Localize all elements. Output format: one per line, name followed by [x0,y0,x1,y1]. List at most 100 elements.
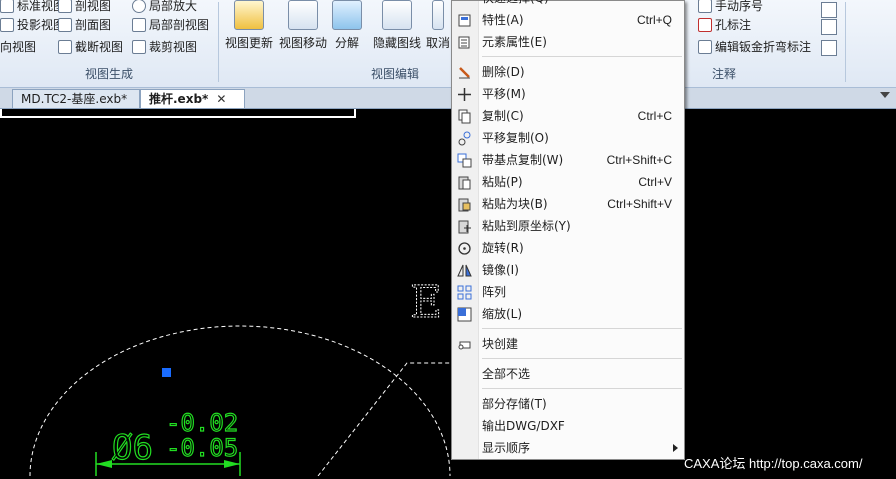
ribbon-break-view[interactable]: 截断视图 [58,37,123,57]
section-view-label: 剖视图 [75,0,112,13]
menu-item-paste[interactable]: 粘贴(P) Ctrl+V [452,171,684,193]
hole-annotation-label: 孔标注 [715,18,752,32]
tab-md-tc2-base[interactable]: MD.TC2-基座.exb* [12,89,140,108]
menu-item-array[interactable]: 阵列 [452,281,684,303]
context-menu: 快速选择(Q) 特性(A)Ctrl+Q 元素属性(E) 删除(D) 平移(M) … [451,0,685,460]
view-letter: E [410,277,442,328]
hide-lines-icon [382,0,412,30]
ribbon-section-drawing[interactable]: 剖面图 [58,15,111,35]
menu-item-element-attributes[interactable]: 元素属性(E) [452,31,684,53]
menu-item-label: 元素属性(E) [482,35,547,49]
tab-push-rod[interactable]: 推杆.exb* ✕ [140,89,245,108]
menu-item-paste-original-coords[interactable]: 粘贴到原坐标(Y) [452,215,684,237]
ribbon-manual-balloon[interactable]: 手动序号 [698,0,763,16]
menu-item-label: 平移复制(O) [482,131,549,145]
tolerance-lower-text: -0.05 [166,434,238,462]
ribbon-partial-enlarge[interactable]: 局部放大 [132,0,197,16]
menu-item-copy-with-base[interactable]: 带基点复制(W) Ctrl+Shift+C [452,149,684,171]
ribbon-section-view[interactable]: 剖视图 [58,0,111,16]
direction-view-label: 向视图 [0,40,37,54]
menu-item-delete[interactable]: 删除(D) [452,61,684,83]
ribbon-standard-view[interactable]: 标准视图 [0,0,65,16]
cancel-button[interactable]: 取消 [423,0,453,62]
menu-item-shortcut: Ctrl+C [637,109,672,123]
menu-item-mirror[interactable]: 镜像(I) [452,259,684,281]
menu-separator [482,358,682,359]
view-update-label: 视图更新 [224,36,273,50]
menu-item-shortcut: Ctrl+Shift+C [606,153,672,167]
section-drawing-icon [58,18,72,32]
menu-item-move[interactable]: 平移(M) [452,83,684,105]
drawing-canvas[interactable]: E Ø6 -0.02 -0.05 [0,109,896,477]
hide-lines-label: 隐藏图线 [372,36,421,50]
hide-lines-button[interactable]: 隐藏图线 [369,0,425,62]
paste-original-coords-icon [458,220,471,234]
paste-icon [458,176,471,190]
copy-icon [458,109,471,124]
menu-item-paste-as-block[interactable]: 粘贴为块(B) Ctrl+Shift+V [452,193,684,215]
annotate-extra-icon-2[interactable] [821,19,837,35]
tab-label: MD.TC2-基座.exb* [21,92,128,106]
tab-label: 推杆.exb* [149,92,209,106]
document-tabs: MD.TC2-基座.exb* 推杆.exb* ✕ [0,88,896,109]
partial-enlarge-label: 局部放大 [149,0,198,13]
menu-item-export-dwg-dxf[interactable]: 输出DWG/DXF [452,415,684,437]
menu-separator [482,388,682,389]
crop-view-label: 裁剪视图 [149,40,198,54]
panel-annotate: 手动序号 孔标注 编辑钣金折弯标注 注释 [686,0,896,87]
menu-item-quick-select[interactable]: 快速选择(Q) [452,0,684,9]
tab-dropdown-icon[interactable] [880,92,890,98]
view-move-icon [288,0,318,30]
menu-item-deselect-all[interactable]: 全部不选 [452,363,684,385]
menu-item-properties[interactable]: 特性(A) Ctrl+Q [452,9,684,31]
paste-as-block-icon [458,198,471,212]
menu-item-label: 缩放(L) [482,307,523,321]
dashed-leader [317,362,451,477]
dimension-arrow-left [96,460,112,468]
standard-view-icon [0,0,14,13]
menu-item-copy[interactable]: 复制(C) Ctrl+C [452,105,684,127]
menu-item-display-order[interactable]: 显示顺序 [452,437,684,459]
ribbon-crop-view[interactable]: 裁剪视图 [132,37,197,57]
grip-point[interactable] [162,368,171,377]
menu-item-label: 复制(C) [482,109,524,123]
menu-item-label: 阵列 [482,285,507,299]
forum-watermark: CAXA论坛 http://top.caxa.com/ [684,456,863,471]
menu-item-label: 粘贴为块(B) [482,197,548,211]
explode-button[interactable]: 分解 [322,0,372,62]
ribbon-separator-right [845,2,846,82]
ribbon-partial-section-view[interactable]: 局部剖视图 [132,15,209,35]
annotate-extra-icon-1[interactable] [821,2,837,18]
menu-item-block-create[interactable]: 块创建 [452,333,684,355]
annotate-extra-icon-3[interactable] [821,40,837,56]
manual-balloon-icon [698,0,712,13]
close-icon[interactable]: ✕ [216,92,226,106]
menu-item-label: 输出DWG/DXF [482,419,565,433]
drawing-svg: E Ø6 -0.02 -0.05 [29,277,451,477]
sheetmetal-bend-label: 编辑钣金折弯标注 [715,40,812,54]
properties-icon [458,14,471,27]
menu-item-label: 粘贴到原坐标(Y) [482,219,571,233]
menu-item-partial-save[interactable]: 部分存储(T) [452,393,684,415]
menu-item-label: 块创建 [482,337,519,351]
view-update-button[interactable]: 视图更新 [221,0,277,62]
ribbon: 标准视图 剖视图 局部放大 投影视图 剖面图 局部剖视图 向视图 截断视图 裁剪… [0,0,896,88]
ribbon-direction-view[interactable]: 向视图 [0,37,36,57]
menu-item-rotate[interactable]: 旋转(R) [452,237,684,259]
ribbon-hole-annotation[interactable]: 孔标注 [698,15,751,35]
menu-item-label: 部分存储(T) [482,397,547,411]
hole-annotation-icon [698,18,712,32]
break-view-label: 截断视图 [75,40,124,54]
menu-item-label: 特性(A) [482,13,524,27]
panel-view-generation: 标准视图 剖视图 局部放大 投影视图 剖面图 局部剖视图 向视图 截断视图 裁剪… [0,0,218,87]
menu-item-label: 显示顺序 [482,441,531,455]
menu-item-label: 快速选择(Q) [482,0,549,9]
drawing-frame-edge [0,109,356,118]
dimension-diameter-text: Ø6 [112,428,153,468]
eraser-icon [459,67,470,79]
menu-item-scale[interactable]: 缩放(L) [452,303,684,325]
menu-item-move-copy[interactable]: 平移复制(O) [452,127,684,149]
menu-item-label: 带基点复制(W) [482,153,564,167]
ribbon-sheetmetal-bend-annotation[interactable]: 编辑钣金折弯标注 [698,37,811,57]
ribbon-projection-view[interactable]: 投影视图 [0,15,65,35]
